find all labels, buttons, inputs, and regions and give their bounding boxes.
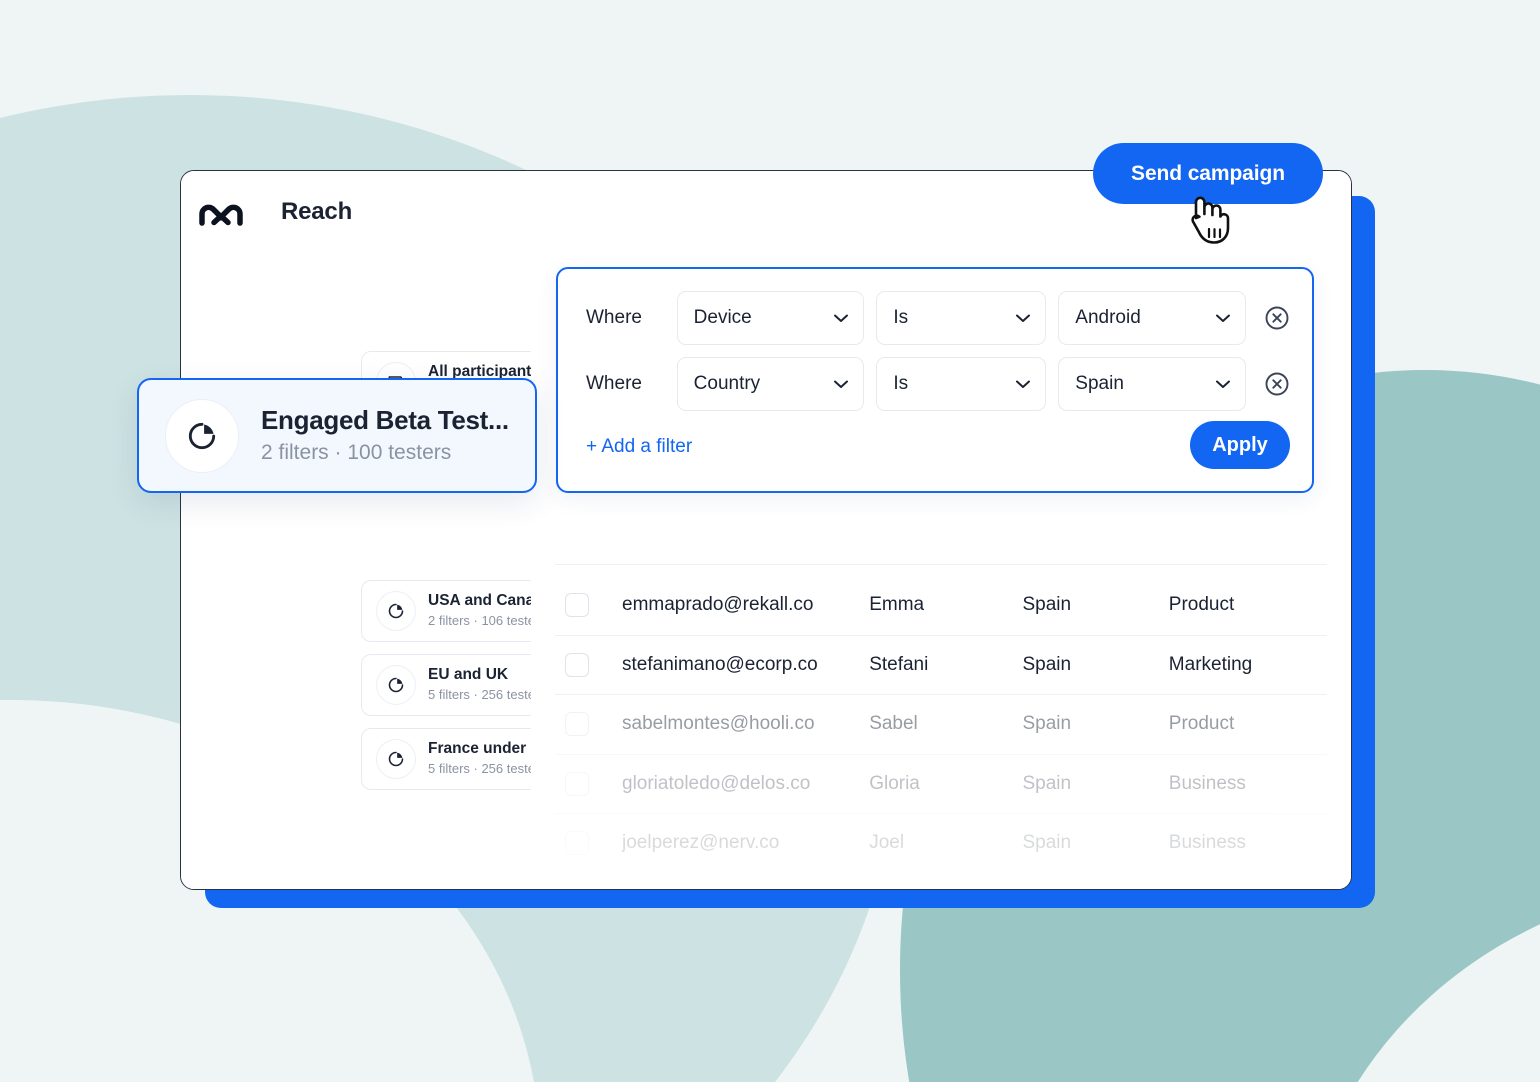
chevron-down-icon (1215, 380, 1230, 388)
segment-subtitle: 5 filters · 256 testers (428, 687, 546, 703)
filter-operator-value: Is (893, 307, 909, 328)
filter-field-select[interactable]: Country (676, 357, 865, 411)
cell-name: Sabel (869, 713, 918, 735)
cell-name: Stefani (869, 653, 929, 675)
filter-operator-select[interactable]: Is (876, 357, 1047, 411)
segment-title: EU and UK (428, 666, 509, 684)
cell-department: Business (1168, 772, 1246, 794)
table-row[interactable]: gloriatoledo@delos.co Gloria Spain Busin… (555, 755, 1327, 814)
segment-subtitle: 2 filters · 100 testers (261, 440, 452, 464)
filter-where-label: Where (586, 373, 642, 394)
filter-field-value: Country (693, 373, 761, 394)
filter-value-select[interactable]: Android (1058, 291, 1246, 345)
pie-chart-icon (376, 665, 416, 705)
filter-field-select[interactable]: Device (676, 291, 865, 345)
filter-row: Where Country Is Spain (586, 357, 1290, 411)
cell-name: Gloria (869, 772, 920, 794)
participants-table: emmaprado@rekall.co Emma Spain Product s… (555, 576, 1327, 889)
cell-country: Spain (1022, 653, 1072, 675)
page-title: Reach (281, 198, 353, 225)
filter-value-select[interactable]: Spain (1058, 357, 1246, 411)
cell-email: sabelmontes@hooli.co (622, 713, 815, 735)
table-row[interactable]: emmaprado@rekall.co Emma Spain Product (555, 576, 1327, 636)
table-row[interactable]: stefanimano@ecorp.co Stefani Spain Marke… (555, 636, 1327, 695)
cell-email: joelperez@nerv.co (622, 832, 780, 854)
apply-button[interactable]: Apply (1190, 421, 1290, 469)
add-filter-button[interactable]: + Add a filter (586, 436, 692, 458)
cell-name: Emma (869, 594, 925, 616)
chevron-down-icon (834, 314, 849, 322)
maze-logo-icon (197, 197, 245, 235)
table-row[interactable]: joelperez@nerv.co Joel Spain Business (555, 814, 1327, 874)
checkbox-unchecked-icon[interactable] (565, 712, 589, 737)
filter-row: Where Device Is Android (586, 291, 1290, 345)
cell-department: Product (1168, 594, 1235, 616)
cell-department: Marketing (1168, 653, 1253, 675)
checkbox-unchecked-icon[interactable] (565, 652, 589, 677)
cell-country: Spain (1022, 713, 1072, 735)
pie-chart-icon (376, 739, 416, 779)
cell-department: Business (1168, 832, 1246, 854)
chevron-down-icon (834, 380, 849, 388)
app-rail (181, 171, 260, 889)
checkbox-unchecked-icon[interactable] (565, 831, 589, 856)
pointing-hand-cursor (1191, 196, 1230, 244)
filter-value: Spain (1075, 373, 1124, 394)
chevron-down-icon (1016, 314, 1031, 322)
checkbox-unchecked-icon[interactable] (565, 771, 589, 796)
circle-x-icon[interactable] (1264, 305, 1290, 331)
filter-value: Android (1075, 307, 1141, 328)
checkbox-unchecked-icon[interactable] (565, 593, 589, 618)
cell-country: Spain (1022, 832, 1072, 854)
cell-country: Spain (1022, 772, 1072, 794)
circle-x-icon[interactable] (1264, 371, 1290, 397)
table-row[interactable]: josecarlos@nerv.co Jose Spain Business (555, 874, 1327, 890)
table-row[interactable]: sabelmontes@hooli.co Sabel Spain Product (555, 695, 1327, 755)
segment-title: Engaged Beta Test... (261, 404, 509, 435)
cell-email: stefanimano@ecorp.co (622, 653, 818, 675)
cell-email: emmaprado@rekall.co (622, 594, 814, 616)
cell-email: gloriatoledo@delos.co (622, 772, 811, 794)
cell-name: Joel (869, 832, 905, 854)
filter-builder-panel: Where Device Is Android Where Country Is… (556, 267, 1314, 493)
table-header-divider (555, 564, 1327, 565)
sidebar: All participants 500 testers SEGMENTS US… (259, 246, 583, 889)
filter-field-value: Device (693, 307, 752, 328)
filter-where-label: Where (586, 307, 642, 328)
chevron-down-icon (1016, 380, 1031, 388)
pie-chart-icon (165, 398, 239, 473)
cell-country: Spain (1022, 594, 1072, 616)
cell-department: Product (1168, 713, 1235, 735)
filter-operator-value: Is (893, 373, 909, 394)
pie-chart-icon (376, 591, 416, 631)
filter-operator-select[interactable]: Is (876, 291, 1047, 345)
chevron-down-icon (1215, 314, 1230, 322)
sidebar-segment-engaged-beta-testers[interactable]: Engaged Beta Test... 2 filters · 100 tes… (137, 378, 537, 493)
